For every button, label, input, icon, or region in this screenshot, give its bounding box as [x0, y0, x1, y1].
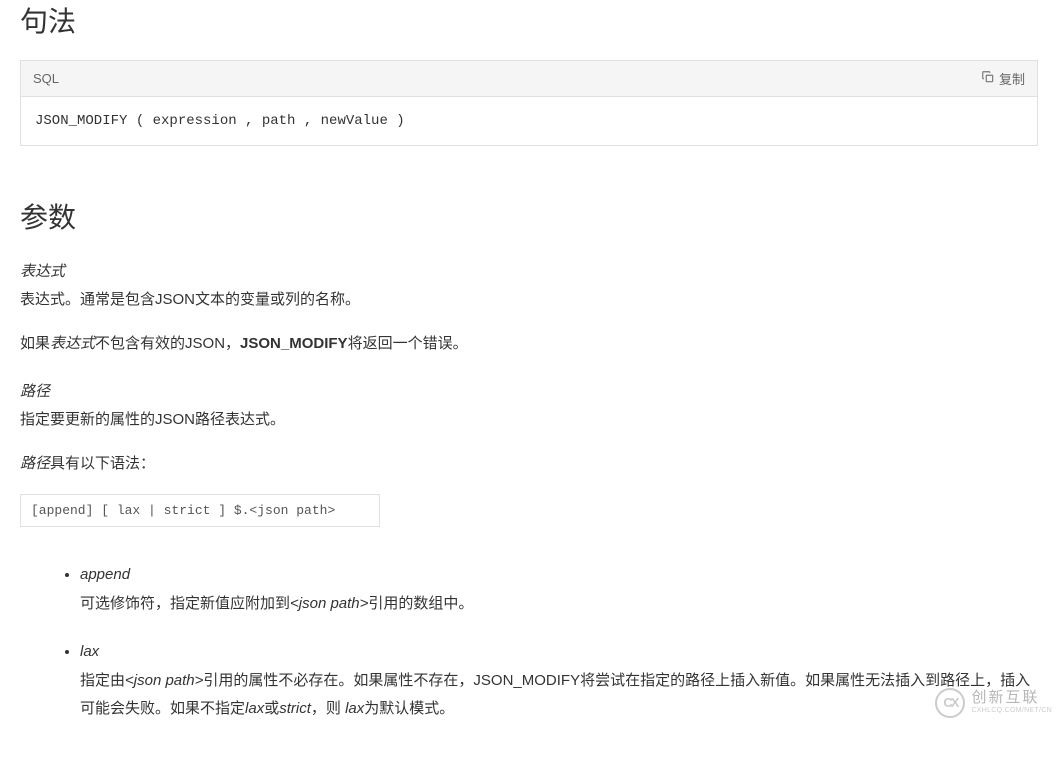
text-bold: JSON_MODIFY: [240, 335, 348, 352]
syntax-section: 句法 SQL 复制 JSON_MODIFY ( expression , pat…: [20, 0, 1038, 146]
watermark-url: CXHLCQ.COM/NET/CN: [971, 707, 1052, 715]
text-em: lax: [245, 700, 264, 717]
text: 将返回一个错误。: [348, 335, 468, 352]
syntax-heading: 句法: [20, 0, 1038, 40]
code-language-label: SQL: [33, 71, 59, 86]
option-lax-name: lax: [80, 638, 1038, 667]
param-expression-name: 表达式: [20, 260, 1038, 281]
text: 引用的属性不必存在。如果属性不存在，JSON_MODIFY将尝试在指定的路径上插…: [80, 672, 1030, 718]
code-content: JSON_MODIFY ( expression , path , newVal…: [21, 97, 1037, 145]
param-expression-desc1: 表达式。通常是包含JSON文本的变量或列的名称。: [20, 287, 1038, 313]
param-path-desc: 指定要更新的属性的JSON路径表达式。: [20, 407, 1038, 433]
path-options-list: append 可选修饰符，指定新值应附加到<json path>引用的数组中。 …: [20, 561, 1038, 724]
code-block: SQL 复制 JSON_MODIFY ( expression , path ,…: [20, 60, 1038, 146]
option-append-desc: 可选修饰符，指定新值应附加到<json path>引用的数组中。: [80, 595, 473, 612]
copy-icon: [981, 70, 995, 87]
param-path-syntax-intro: 路径具有以下语法：: [20, 451, 1038, 477]
text-em: <json path>: [125, 672, 203, 689]
path-syntax-code: [append] [ lax | strict ] $.<json path>: [20, 494, 380, 527]
watermark-text: 创新互联 CXHLCQ.COM/NET/CN: [971, 690, 1052, 714]
watermark-logo: CX: [935, 688, 965, 718]
option-lax-desc: 指定由<json path>引用的属性不必存在。如果属性不存在，JSON_MOD…: [80, 672, 1030, 718]
copy-button[interactable]: 复制: [981, 69, 1025, 88]
text-em: strict: [279, 700, 311, 717]
params-heading: 参数: [20, 196, 1038, 236]
watermark-title: 创新互联: [971, 690, 1052, 707]
copy-label: 复制: [999, 69, 1025, 88]
text: 如果: [20, 335, 50, 352]
param-path-name: 路径: [20, 380, 1038, 401]
params-section: 参数 表达式 表达式。通常是包含JSON文本的变量或列的名称。 如果表达式不包含…: [20, 196, 1038, 724]
text: 为默认模式。: [364, 700, 454, 717]
text: 或: [264, 700, 279, 717]
list-item: lax 指定由<json path>引用的属性不必存在。如果属性不存在，JSON…: [80, 638, 1038, 724]
text-em: 表达式: [50, 335, 95, 352]
option-append-name: append: [80, 561, 1038, 590]
list-item: append 可选修饰符，指定新值应附加到<json path>引用的数组中。: [80, 561, 1038, 618]
text: ，则: [311, 700, 345, 717]
text-em: lax: [345, 700, 364, 717]
text-em: <json path>: [290, 595, 368, 612]
text: 具有以下语法：: [50, 455, 155, 472]
text: 不包含有效的JSON，: [95, 335, 240, 352]
code-header: SQL 复制: [21, 61, 1037, 97]
watermark: CX 创新互联 CXHLCQ.COM/NET/CN: [935, 688, 1052, 718]
text-em: 路径: [20, 455, 50, 472]
text: 引用的数组中。: [368, 595, 473, 612]
text: 指定由: [80, 672, 125, 689]
param-expression-desc2: 如果表达式不包含有效的JSON，JSON_MODIFY将返回一个错误。: [20, 331, 1038, 357]
text: 可选修饰符，指定新值应附加到: [80, 595, 290, 612]
